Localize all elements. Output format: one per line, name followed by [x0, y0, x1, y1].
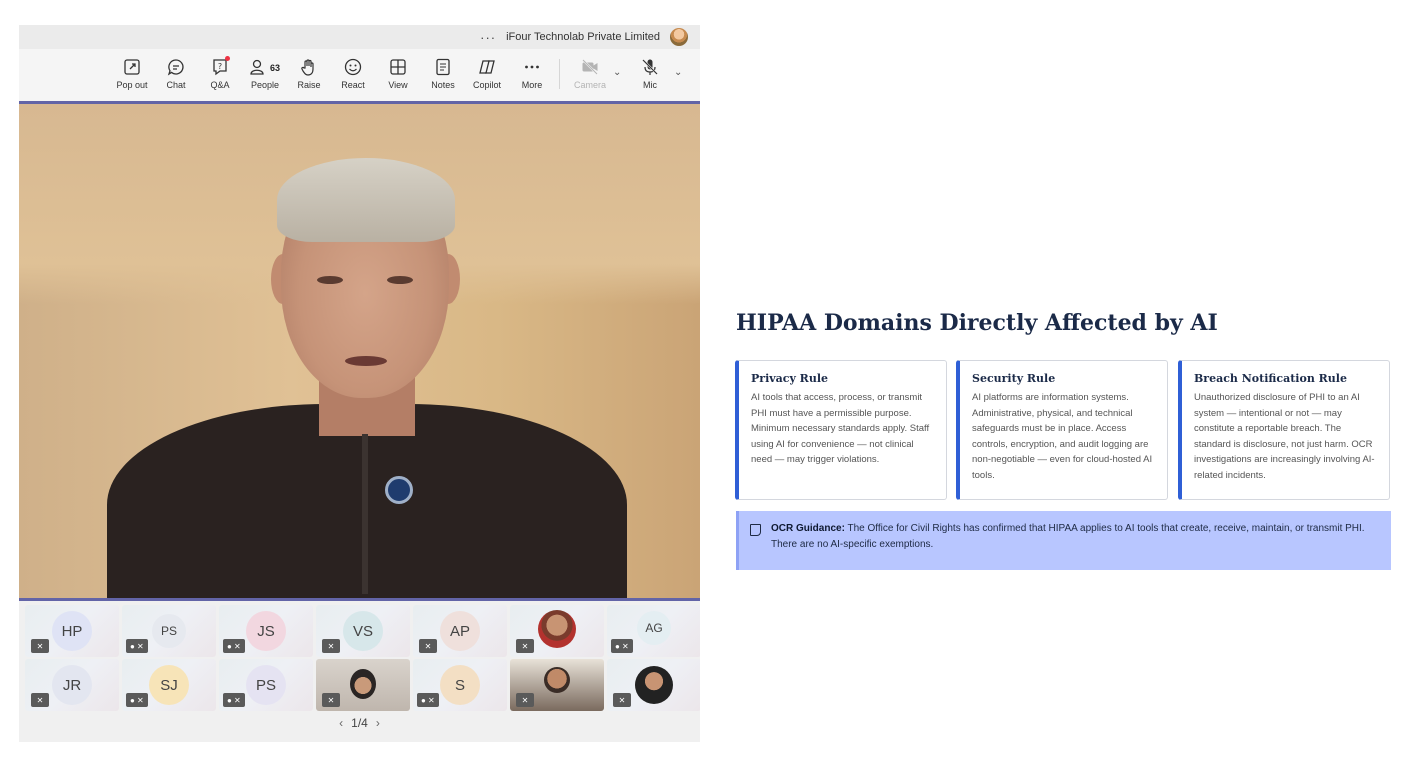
page-indicator: 1/4 — [351, 716, 368, 730]
mic-muted-icon: ✕ — [322, 693, 340, 707]
user-avatar[interactable] — [670, 28, 688, 46]
qa-notification-dot — [225, 56, 230, 61]
copilot-button[interactable]: Copilot — [465, 57, 509, 90]
people-count: 63 — [270, 63, 281, 73]
presentation-slide: HIPAA Domains Directly Affected by AI Pr… — [719, 0, 1416, 759]
title-bar: ··· iFour Technolab Private Limited — [19, 25, 700, 49]
people-icon — [250, 59, 264, 75]
participant-initials: S — [440, 665, 480, 705]
mic-muted-icon: ✕ — [516, 639, 534, 653]
mic-muted-icon: ● ✕ — [223, 639, 245, 653]
title-more-button[interactable]: ··· — [480, 30, 496, 45]
participant-initials: PS — [152, 614, 186, 648]
previous-page-chevron-icon[interactable]: ‹ — [339, 716, 343, 730]
people-button[interactable]: People 63 — [243, 57, 287, 90]
mic-muted-icon: ● ✕ — [417, 693, 439, 707]
participant-tile[interactable]: ✕ — [510, 605, 604, 657]
slide-title: HIPAA Domains Directly Affected by AI — [736, 310, 1218, 336]
camera-options-chevron-icon[interactable]: ⌄ — [613, 67, 621, 78]
notes-icon — [436, 58, 450, 76]
participant-tile[interactable]: JS ● ✕ — [219, 605, 313, 657]
participant-tile[interactable]: ✕ — [607, 659, 700, 711]
ocr-guidance-callout: OCR Guidance: The Office for Civil Right… — [736, 511, 1391, 570]
mic-button[interactable]: Mic — [628, 57, 672, 90]
participant-initials: JR — [52, 665, 92, 705]
participant-initials: JS — [246, 611, 286, 651]
card-title: Privacy Rule — [751, 372, 828, 385]
camera-off-icon — [582, 59, 598, 75]
callout-text: The Office for Civil Rights has confirme… — [771, 523, 1365, 550]
participant-avatar — [538, 610, 576, 648]
meeting-toolbar: Pop out Chat ? Q&A People 63 Raise React — [19, 49, 700, 101]
gallery-pager: ‹ 1/4 › — [19, 716, 700, 730]
note-icon — [750, 524, 761, 536]
mic-muted-icon: ✕ — [516, 693, 534, 707]
participant-avatar — [635, 666, 673, 704]
pop-out-button[interactable]: Pop out — [110, 57, 154, 90]
toolbar-separator — [559, 59, 560, 89]
notes-button[interactable]: Notes — [421, 57, 465, 90]
speaker-video[interactable] — [19, 104, 700, 598]
card-title: Security Rule — [972, 372, 1056, 385]
svg-text:?: ? — [218, 62, 222, 71]
view-button[interactable]: View — [376, 57, 420, 90]
participant-tile[interactable]: AP ✕ — [413, 605, 507, 657]
mic-muted-icon: ✕ — [31, 639, 49, 653]
participant-initials: AP — [440, 611, 480, 651]
mic-muted-icon: ● ✕ — [223, 693, 245, 707]
mic-off-icon — [642, 59, 658, 75]
mic-options-chevron-icon[interactable]: ⌄ — [674, 67, 682, 78]
participant-video — [544, 667, 570, 693]
next-page-chevron-icon[interactable]: › — [376, 716, 380, 730]
org-name: iFour Technolab Private Limited — [506, 31, 660, 43]
raise-hand-button[interactable]: Raise — [287, 57, 331, 90]
participant-tile[interactable]: JR ✕ — [25, 659, 119, 711]
copilot-icon — [479, 60, 495, 74]
more-icon — [525, 65, 539, 69]
pop-out-icon — [124, 59, 140, 75]
mic-muted-icon: ✕ — [31, 693, 49, 707]
card-privacy-rule: Privacy Rule AI tools that access, proce… — [735, 360, 947, 500]
mic-muted-icon: ✕ — [613, 693, 631, 707]
mic-muted-icon: ✕ — [322, 639, 340, 653]
participant-initials: PS — [246, 665, 286, 705]
lapel-pin — [385, 476, 413, 504]
mic-muted-icon: ● ✕ — [126, 693, 148, 707]
chat-button[interactable]: Chat — [154, 57, 198, 90]
teams-meeting-window: ··· iFour Technolab Private Limited Pop … — [19, 25, 700, 742]
participant-initials: HP — [52, 611, 92, 651]
more-button[interactable]: More — [510, 57, 554, 90]
raise-hand-icon — [301, 59, 314, 76]
view-icon — [390, 59, 406, 75]
participant-tile[interactable]: PS ● ✕ — [122, 605, 216, 657]
react-button[interactable]: React — [331, 57, 375, 90]
participant-gallery: HP ✕ PS ● ✕ JS ● ✕ VS ✕ AP ✕ ✕ AG ● ✕ JR… — [19, 601, 700, 712]
participant-tile[interactable]: HP ✕ — [25, 605, 119, 657]
chat-icon — [167, 59, 184, 76]
card-body: Unauthorized disclosure of PHI to an AI … — [1194, 392, 1375, 481]
mic-muted-icon: ● ✕ — [126, 639, 148, 653]
card-body: AI platforms are information systems. Ad… — [972, 392, 1153, 481]
participant-tile[interactable]: ✕ — [316, 659, 410, 711]
mic-muted-icon: ● ✕ — [611, 639, 633, 653]
participant-tile[interactable]: S ● ✕ — [413, 659, 507, 711]
card-breach-notification-rule: Breach Notification Rule Unauthorized di… — [1178, 360, 1390, 500]
camera-button[interactable]: Camera — [568, 57, 612, 90]
qa-button[interactable]: ? Q&A — [198, 56, 242, 90]
participant-tile[interactable]: SJ ● ✕ — [122, 659, 216, 711]
mic-muted-icon: ✕ — [419, 639, 437, 653]
callout-label: OCR Guidance: — [771, 523, 845, 534]
participant-tile[interactable]: AG ● ✕ — [607, 605, 700, 657]
card-security-rule: Security Rule AI platforms are informati… — [956, 360, 1168, 500]
participant-tile[interactable]: PS ● ✕ — [219, 659, 313, 711]
participant-initials: VS — [343, 611, 383, 651]
card-title: Breach Notification Rule — [1194, 372, 1347, 385]
card-body: AI tools that access, process, or transm… — [751, 392, 930, 465]
participant-tile[interactable]: VS ✕ — [316, 605, 410, 657]
participant-tile[interactable]: ✕ — [510, 659, 604, 711]
participant-initials: SJ — [149, 665, 189, 705]
participant-video — [350, 669, 376, 699]
react-icon — [344, 58, 362, 76]
participant-initials: AG — [637, 611, 671, 646]
